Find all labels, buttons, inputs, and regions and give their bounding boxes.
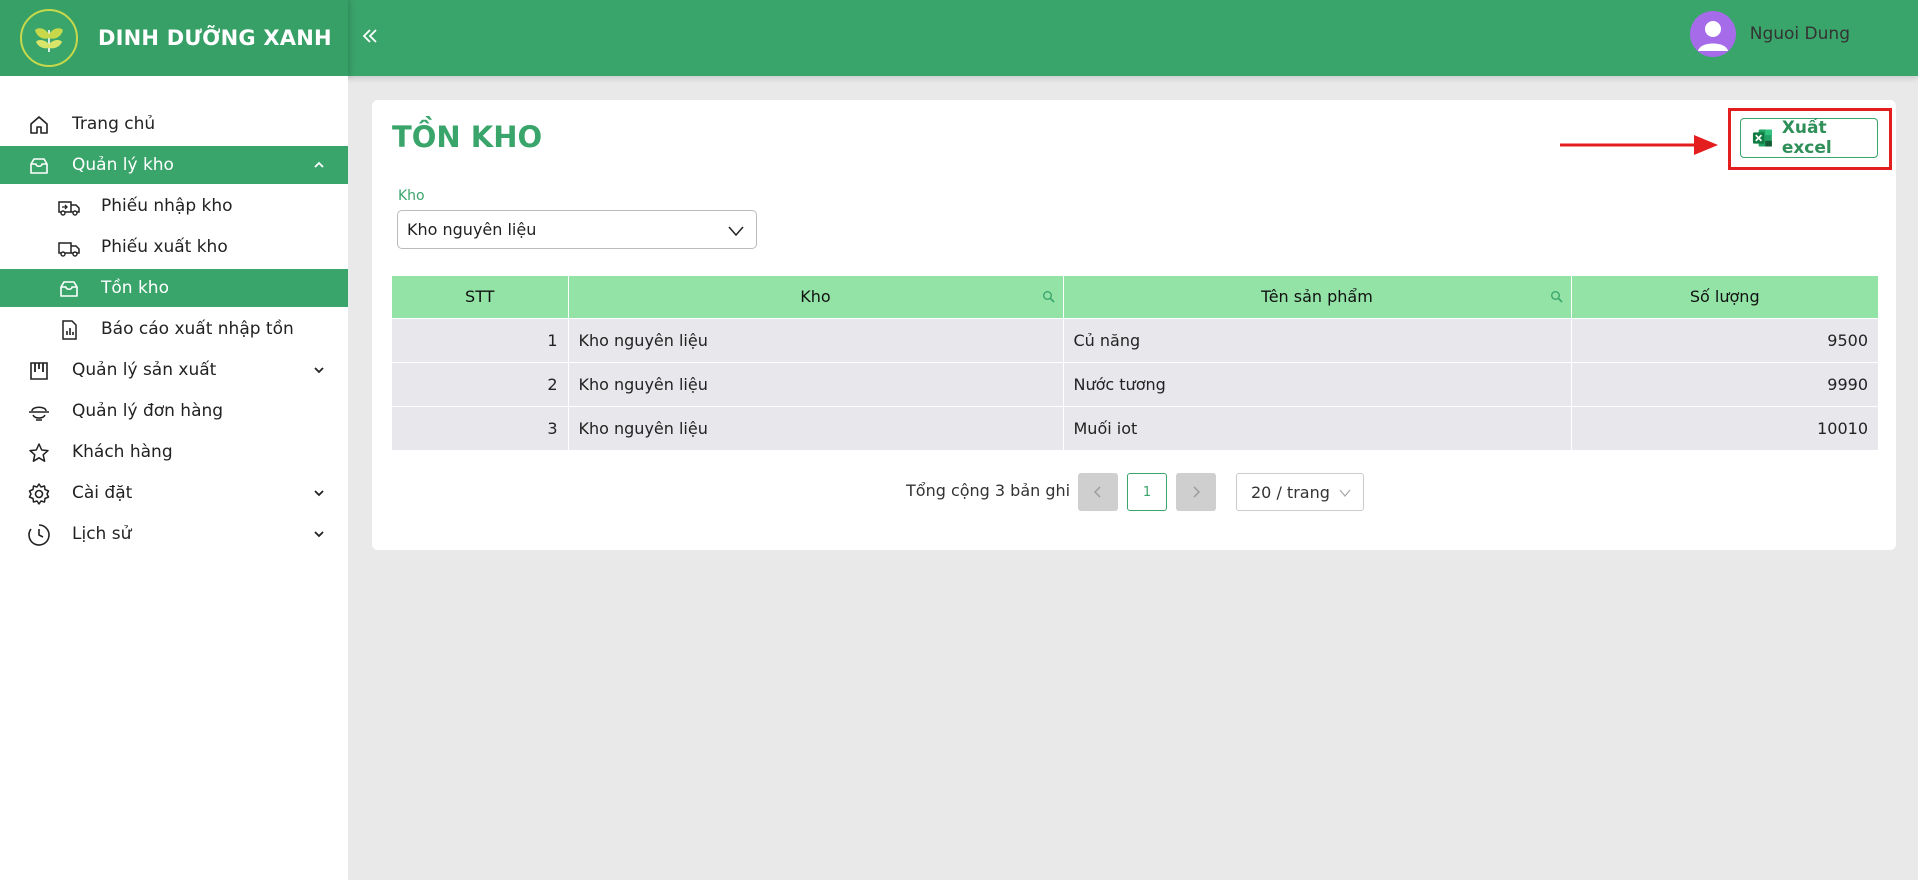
truck-in-icon (57, 195, 81, 219)
sidebar-item-bao-cao[interactable]: Báo cáo xuất nhập tồn (0, 310, 348, 348)
export-excel-label: Xuất excel (1781, 118, 1832, 158)
excel-icon (1752, 129, 1772, 147)
cell-kho: Kho nguyên liệu (568, 405, 1064, 450)
chevron-up-icon (310, 156, 328, 174)
avatar[interactable] (1689, 11, 1736, 57)
page-title: TỒN KHO (392, 120, 543, 154)
sidebar-item-quan-ly-kho[interactable]: Quản lý kho (0, 146, 348, 184)
prev-page-button[interactable] (1078, 473, 1118, 511)
table-row[interactable]: 1 Kho nguyên liệu Củ năng 9500 (392, 317, 1878, 362)
truck-out-icon (57, 236, 81, 260)
sidebar-item-quan-ly-don-hang[interactable]: Quản lý đơn hàng (0, 392, 348, 430)
chevron-down-icon (728, 226, 744, 237)
sidebar-item-label: Phiếu nhập kho (101, 196, 233, 216)
cell-kho: Kho nguyên liệu (568, 361, 1064, 406)
search-icon[interactable] (1550, 290, 1563, 303)
cell-ten-san-pham: Nước tương (1063, 361, 1572, 406)
inventory-table: STT Kho Tên sản phẩm Số lượng 1 Kho nguy… (392, 276, 1878, 450)
cell-stt: 3 (392, 405, 569, 450)
pagination-total: Tổng cộng 3 bản ghi (906, 481, 1071, 500)
sidebar-item-phieu-xuat-kho[interactable]: Phiếu xuất kho (0, 228, 348, 266)
kho-filter-label: Kho (398, 188, 425, 204)
sidebar-item-khach-hang[interactable]: Khách hàng (0, 433, 348, 471)
table-header-row: STT Kho Tên sản phẩm Số lượng (392, 276, 1878, 318)
gear-icon (27, 482, 51, 506)
sidebar-item-phieu-nhap-kho[interactable]: Phiếu nhập kho (0, 187, 348, 225)
star-icon (27, 441, 51, 465)
column-header-stt: STT (392, 276, 569, 318)
page-size-value: 20 / trang (1251, 482, 1330, 502)
sidebar-item-label: Tồn kho (101, 278, 169, 298)
user-name: Nguoi Dung (1749, 24, 1850, 44)
chevron-down-icon (1339, 489, 1351, 498)
collapse-sidebar-button[interactable] (350, 18, 390, 54)
brand-area: DINH DƯỠNG XANH (0, 0, 348, 76)
cell-stt: 2 (392, 361, 569, 406)
cell-so-luong: 10010 (1571, 405, 1878, 450)
sidebar-item-trang-chu[interactable]: Trang chủ (0, 105, 348, 143)
pagination: Tổng cộng 3 bản ghi 1 20 / trang (372, 472, 1896, 512)
annotation-arrow-icon (1560, 135, 1718, 155)
cell-kho: Kho nguyên liệu (568, 317, 1064, 362)
cell-so-luong: 9500 (1571, 317, 1878, 362)
chevron-down-icon (310, 525, 328, 543)
brand-name: DINH DƯỠNG XANH (98, 26, 332, 50)
order-icon (27, 400, 51, 424)
chevron-down-icon (310, 361, 328, 379)
clock-icon (27, 523, 51, 547)
sidebar-item-label: Cài đặt (72, 483, 133, 503)
logo-leaf-icon (20, 9, 78, 67)
page-number-button[interactable]: 1 (1127, 473, 1167, 511)
main-card: TỒN KHO Xuất excel Kho Kho nguyên liệu S… (372, 100, 1896, 550)
top-header: DINH DƯỠNG XANH Nguoi Dung (0, 0, 1918, 76)
home-icon (27, 113, 51, 137)
sidebar: Trang chủ Quản lý kho Phiếu nhập kho Phi… (0, 76, 348, 880)
page-size-select[interactable]: 20 / trang (1236, 473, 1364, 511)
column-header-kho: Kho (568, 276, 1064, 318)
user-icon (1697, 21, 1728, 51)
report-icon (57, 318, 81, 342)
sidebar-item-label: Báo cáo xuất nhập tồn (101, 319, 294, 339)
sidebar-item-ton-kho[interactable]: Tồn kho (0, 269, 348, 307)
sidebar-item-label: Quản lý sản xuất (72, 360, 217, 380)
column-header-label: Kho (800, 287, 831, 307)
inbox-icon (57, 277, 81, 301)
column-header-ten-san-pham: Tên sản phẩm (1063, 276, 1572, 318)
sidebar-item-label: Phiếu xuất kho (101, 237, 228, 257)
kho-select[interactable]: Kho nguyên liệu (397, 210, 757, 249)
cell-stt: 1 (392, 317, 569, 362)
factory-icon (27, 359, 51, 383)
table-row[interactable]: 3 Kho nguyên liệu Muối iot 10010 (392, 405, 1878, 450)
user-menu[interactable]: Nguoi Dung (1689, 10, 1850, 58)
sidebar-item-quan-ly-san-xuat[interactable]: Quản lý sản xuất (0, 351, 348, 389)
sidebar-item-lich-su[interactable]: Lịch sử (0, 515, 348, 553)
search-icon[interactable] (1042, 290, 1055, 303)
chevron-right-icon (1193, 486, 1200, 498)
sidebar-item-cai-dat[interactable]: Cài đặt (0, 474, 348, 512)
inbox-icon (27, 154, 51, 178)
kho-select-value: Kho nguyên liệu (407, 220, 537, 239)
cell-ten-san-pham: Củ năng (1063, 317, 1572, 362)
sidebar-item-label: Quản lý kho (72, 155, 174, 175)
cell-so-luong: 9990 (1571, 361, 1878, 406)
column-header-so-luong: Số lượng (1571, 276, 1878, 318)
export-excel-button[interactable]: Xuất excel (1740, 118, 1878, 158)
sidebar-item-label: Quản lý đơn hàng (72, 401, 224, 421)
table-row[interactable]: 2 Kho nguyên liệu Nước tương 9990 (392, 361, 1878, 406)
chevron-down-icon (310, 484, 328, 502)
column-header-label: Tên sản phẩm (1261, 287, 1373, 307)
sidebar-item-label: Khách hàng (72, 442, 173, 462)
double-chevron-left-icon (362, 29, 377, 43)
next-page-button[interactable] (1176, 473, 1216, 511)
chevron-left-icon (1094, 486, 1101, 498)
sidebar-item-label: Lịch sử (72, 524, 132, 544)
sidebar-item-label: Trang chủ (72, 114, 156, 134)
cell-ten-san-pham: Muối iot (1063, 405, 1572, 450)
